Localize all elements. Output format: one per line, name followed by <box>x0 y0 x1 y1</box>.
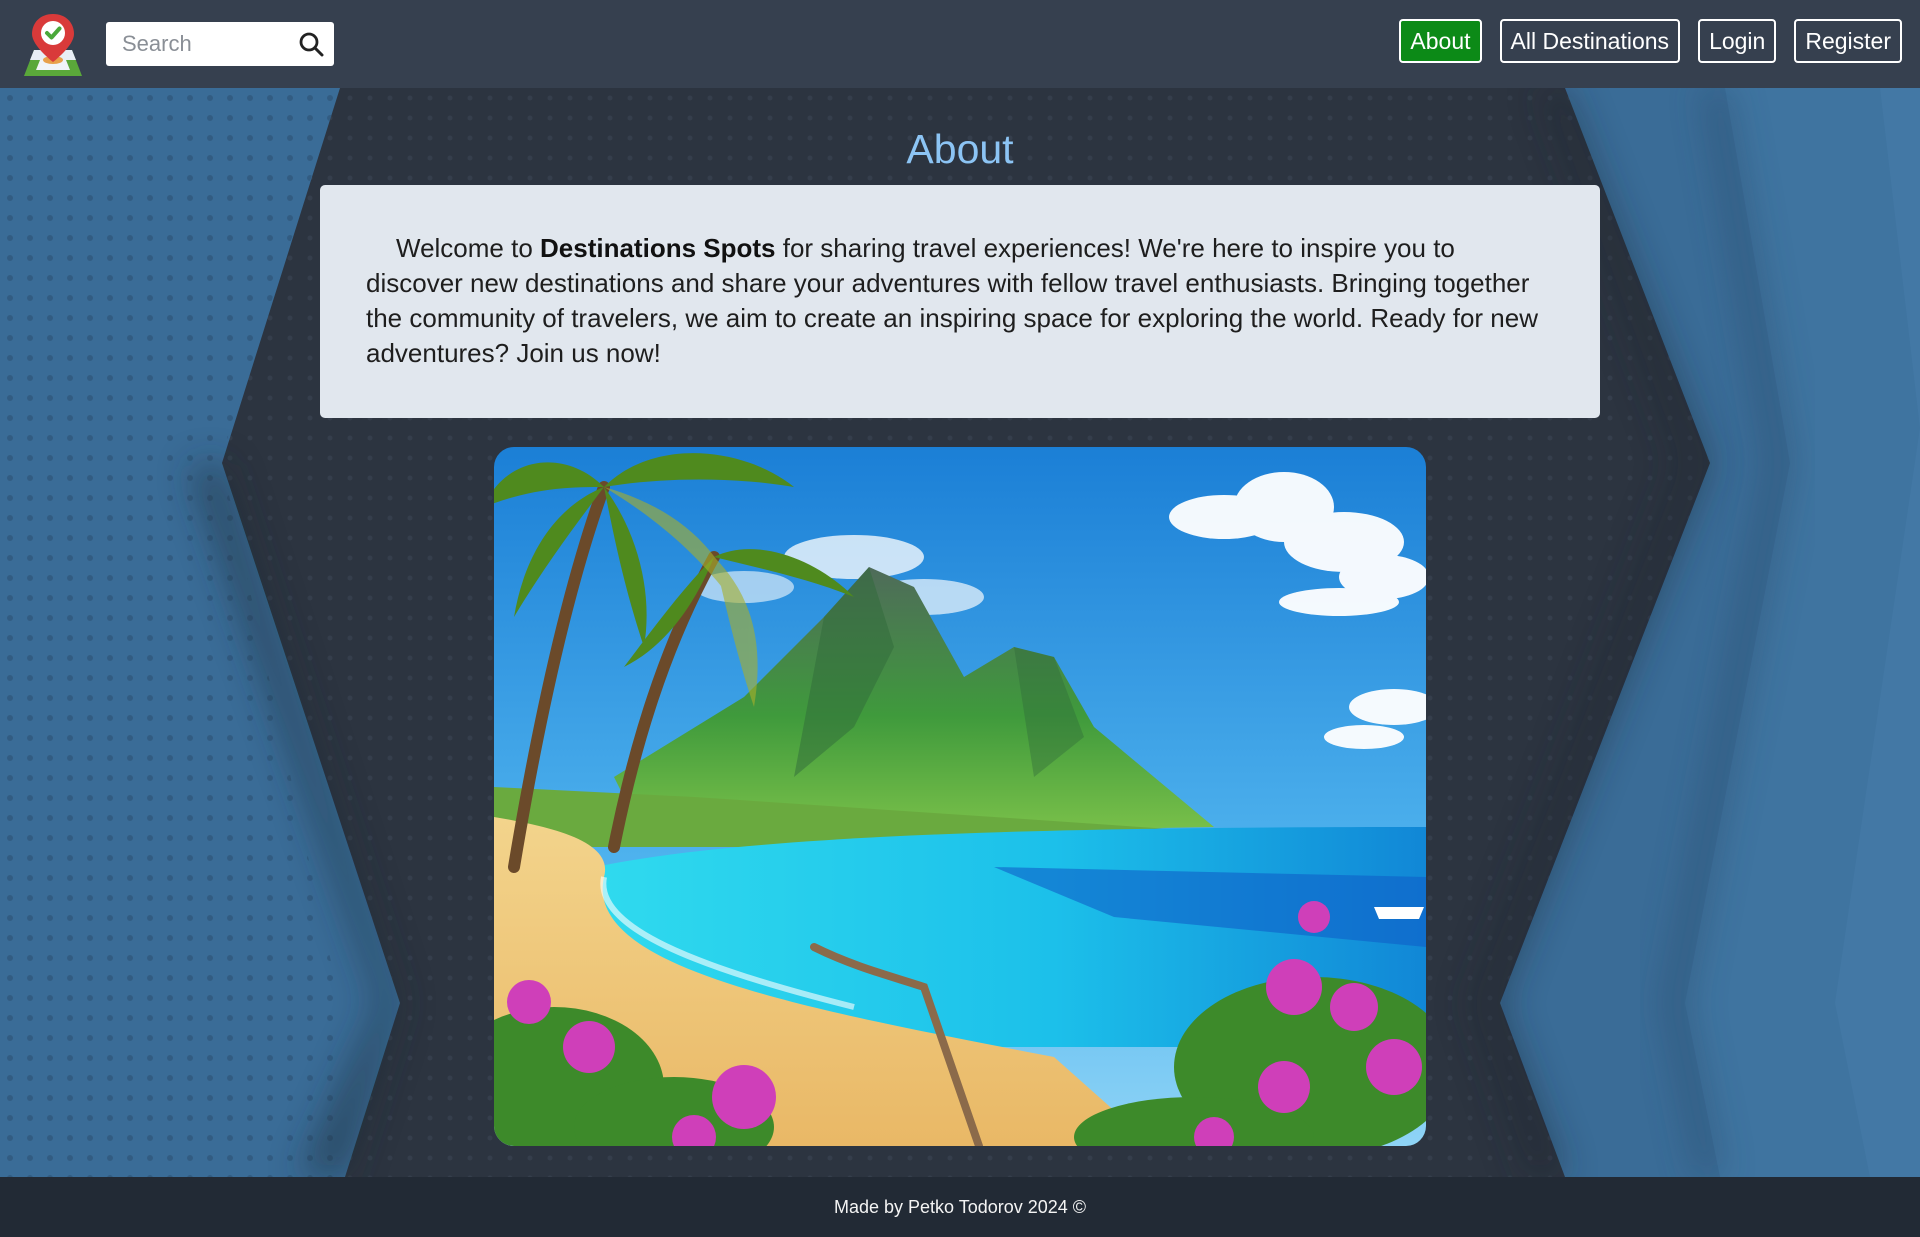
footer: Made by Petko Todorov 2024 © <box>0 1177 1920 1237</box>
top-navbar: About All Destinations Login Register <box>0 0 1920 88</box>
hero-image <box>494 447 1426 1146</box>
search-input[interactable] <box>120 30 294 58</box>
about-card: Welcome to Destinations Spots for sharin… <box>320 185 1600 418</box>
main-nav: About All Destinations Login Register <box>1399 19 1902 63</box>
nav-login-button[interactable]: Login <box>1698 19 1777 63</box>
intro-before: Welcome to <box>396 233 541 263</box>
search-icon[interactable] <box>298 31 324 57</box>
about-text: Welcome to Destinations Spots for sharin… <box>366 231 1556 371</box>
nav-all-destinations-button[interactable]: All Destinations <box>1499 19 1681 63</box>
search-box <box>106 22 334 66</box>
brand-name: Destinations Spots <box>540 233 776 263</box>
footer-text: Made by Petko Todorov 2024 © <box>833 1197 1087 1217</box>
nav-register-button[interactable]: Register <box>1794 19 1902 63</box>
map-pin-check-icon[interactable] <box>18 10 88 78</box>
page-title: About <box>906 126 1014 172</box>
nav-about-button[interactable]: About <box>1399 19 1482 63</box>
